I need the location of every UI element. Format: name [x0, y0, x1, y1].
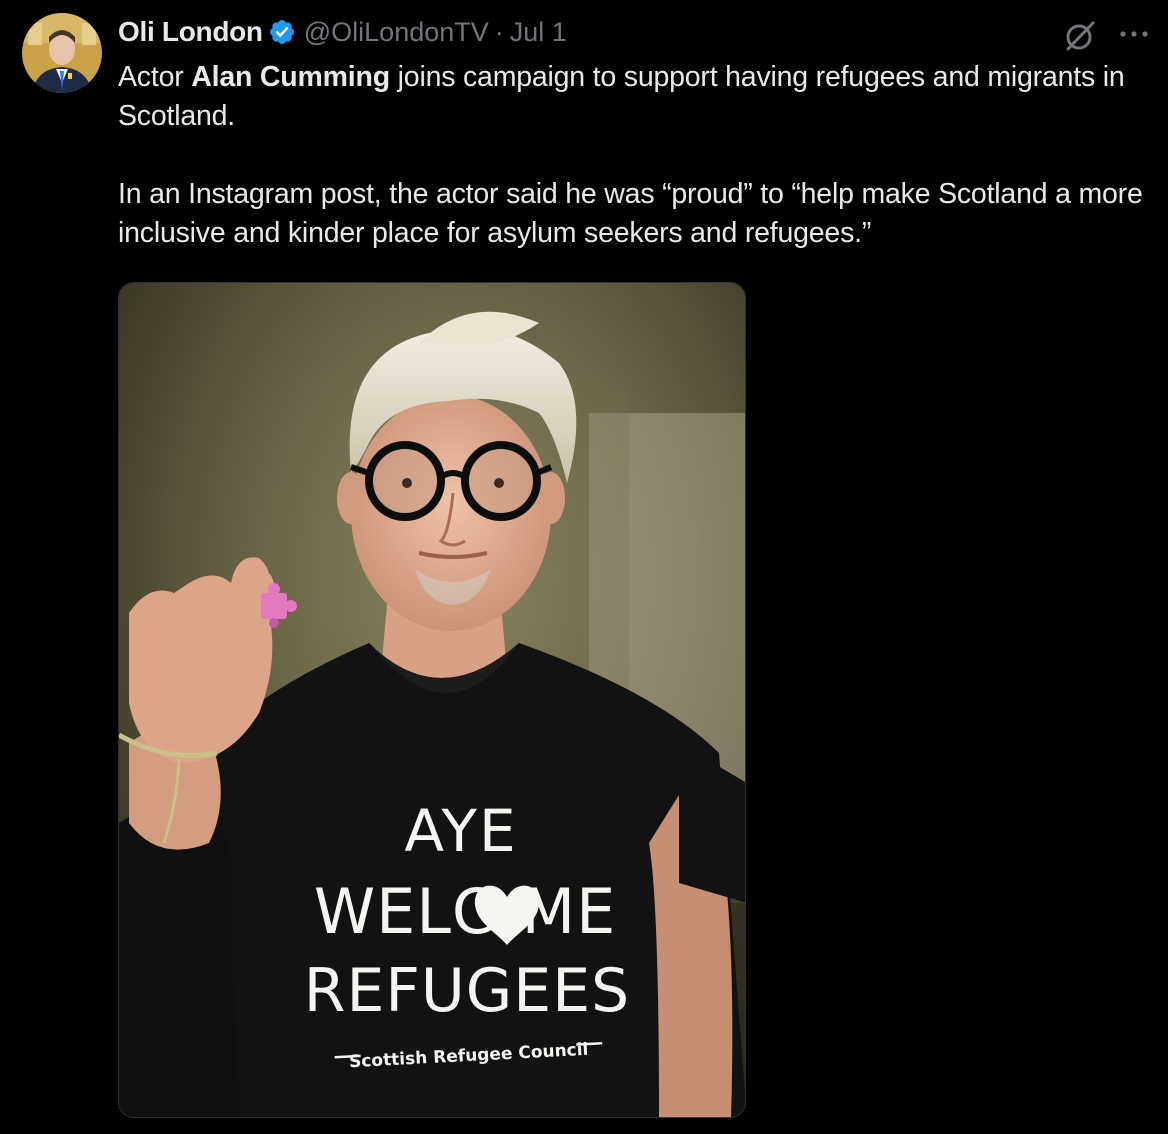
verified-badge-icon[interactable] [268, 18, 296, 46]
shirt-text-line-1: AYE [404, 797, 517, 865]
author-handle[interactable]: @OliLondonTV [304, 17, 489, 48]
tweet-date[interactable]: Jul 1 [510, 17, 567, 48]
avatar[interactable] [22, 13, 102, 93]
bold-name: Alan Cumming [191, 61, 390, 93]
shirt-text-line-2a: WELC [314, 875, 496, 948]
separator-dot: · [494, 16, 504, 47]
tweet-photo[interactable]: AYE WELC ME REFUGEES Scottish Refugee Co… [118, 282, 746, 1118]
tweet-header: Oli London @OliLondonTV · Jul 1 [118, 14, 567, 50]
tweet-text: Actor Alan Cumming joins campaign to sup… [118, 58, 1158, 253]
shirt-text-line-3: REFUGEES [304, 956, 630, 1026]
grok-icon[interactable] [1062, 18, 1098, 54]
text-segment: Actor [118, 61, 192, 93]
tweet[interactable]: Oli London @OliLondonTV · Jul 1 Actor Al… [0, 0, 1168, 1134]
more-options-icon[interactable] [1116, 22, 1152, 46]
shirt-text-line-2b: ME [522, 875, 617, 948]
author-name[interactable]: Oli London [118, 16, 263, 48]
tweet-paragraph-1: Actor Alan Cumming joins campaign to sup… [118, 58, 1158, 136]
tweet-paragraph-2: In an Instagram post, the actor said he … [118, 178, 1143, 249]
